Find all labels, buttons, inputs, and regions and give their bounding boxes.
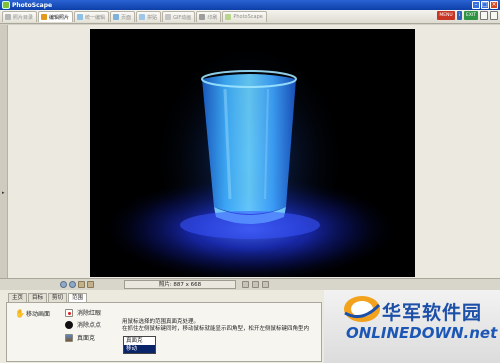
status-row: 照片: 887 x 668	[0, 278, 500, 290]
dropdown-option-move[interactable]: 移动	[124, 345, 155, 353]
photo-preview[interactable]	[90, 29, 415, 277]
instruction-text: 用鼠标选择的范围真面克处理。 在抓住左侧鼠标键同时，移动鼠标就能显示四角型，松开…	[122, 319, 322, 333]
zoom-fit-icon[interactable]	[242, 281, 249, 288]
red-eye-tool[interactable]: 消除红眼	[65, 308, 101, 317]
red-eye-icon	[65, 308, 73, 317]
close-button[interactable]: ×	[490, 1, 498, 9]
maximize-button[interactable]: □	[481, 1, 489, 9]
minimize-panel-button[interactable]	[480, 11, 488, 20]
tab-label: 页面	[121, 14, 132, 21]
menu-button[interactable]: MENU	[437, 11, 455, 20]
exit-button[interactable]: EXIT	[463, 11, 478, 20]
tab-home[interactable]: 主页	[8, 293, 28, 302]
tab-label: GIF动画	[173, 14, 192, 21]
tab-photo-folder[interactable]: 照片目录	[2, 11, 38, 22]
mosaic-label: 真面克	[77, 335, 96, 342]
mode-dropdown-list[interactable]: 真面克 移动	[123, 336, 156, 354]
tab-gif-animation[interactable]: GIF动画	[162, 11, 196, 22]
rotate-right-icon[interactable]	[69, 281, 76, 288]
mole-remove-tool[interactable]: 消除点点	[65, 320, 101, 329]
tab-label: 印刷	[207, 14, 218, 21]
info-button[interactable]: i	[456, 11, 462, 20]
tab-batch-edit[interactable]: 统一编辑	[74, 11, 110, 22]
mole-remove-label: 消除点点	[77, 322, 102, 329]
onlinedown-watermark: 华军软件园 ONLINEDOWN.net	[324, 290, 500, 363]
tab-tools[interactable]: 范围	[68, 293, 88, 302]
title-bar: PhotoScape – □ ×	[0, 0, 500, 10]
tab-print[interactable]: 印刷	[196, 11, 222, 22]
main-tab-bar: 照片目录 编辑照片 统一编辑 页面 拼贴 GIF动画 印刷 PhotoScape…	[0, 10, 500, 24]
tab-combine[interactable]: 拼贴	[136, 11, 162, 22]
next-photo-icon[interactable]	[87, 281, 94, 288]
onlinedown-logo-icon	[344, 296, 381, 322]
fullscreen-icon[interactable]	[262, 281, 269, 288]
move-mode-label: 移动画面	[26, 311, 51, 318]
tab-label: PhotoScape	[233, 14, 263, 20]
red-eye-label: 消除红眼	[77, 310, 102, 317]
rotate-left-icon[interactable]	[60, 281, 67, 288]
left-collapse-strip[interactable]: ▸	[0, 25, 8, 278]
restore-panel-button[interactable]	[490, 11, 498, 20]
mosaic-tool[interactable]: 真面克	[65, 333, 95, 342]
tab-label: 照片目录	[13, 14, 34, 21]
collapse-arrow-icon[interactable]: ▸	[2, 190, 5, 196]
hand-icon: ✋	[15, 308, 25, 318]
photoscape-icon	[225, 14, 232, 20]
combine-icon	[139, 14, 146, 20]
image-size-display: 照片: 887 x 668	[124, 280, 236, 289]
edit-photo-icon	[41, 14, 48, 20]
edit-tabs: 主页 目标 剪切 范围	[8, 293, 88, 302]
window-title: PhotoScape	[12, 1, 53, 9]
gif-animation-icon	[165, 14, 172, 20]
watermark-chinese: 华军软件园	[382, 302, 483, 324]
previous-photo-icon[interactable]	[78, 281, 85, 288]
glowing-glass-image	[90, 29, 415, 277]
minimize-button[interactable]: –	[472, 1, 480, 9]
tab-label: 拼贴	[147, 14, 158, 21]
canvas-area	[8, 25, 500, 278]
tools-panel: ✋ 移动画面 消除红眼 消除点点 真面克 用鼠标选择的范围真面克处理。 在抓住左…	[6, 302, 322, 362]
instruction-line-1: 用鼠标选择的范围真面克处理。	[122, 319, 200, 325]
tab-label: 统一编辑	[85, 14, 106, 21]
tab-edit-photo[interactable]: 编辑照片	[38, 11, 74, 22]
mosaic-icon	[65, 333, 73, 342]
dropdown-option-mosaic[interactable]: 真面克	[124, 337, 155, 345]
instruction-line-2: 在抓住左侧鼠标键同时，移动鼠标就能显示四角型，松开左侧鼠标键四角型内	[122, 326, 310, 332]
move-mode-row[interactable]: ✋ 移动画面	[15, 309, 50, 318]
batch-edit-icon	[77, 14, 84, 20]
tab-crop[interactable]: 剪切	[48, 293, 68, 302]
tab-page[interactable]: 页面	[110, 11, 136, 22]
print-icon	[199, 14, 206, 20]
photo-folder-icon	[5, 14, 11, 20]
tab-label: 编辑照片	[49, 14, 70, 21]
mole-remove-icon	[65, 320, 73, 329]
watermark-english: ONLINEDOWN.net	[346, 324, 498, 342]
zoom-actual-icon[interactable]	[252, 281, 259, 288]
app-icon	[2, 1, 10, 9]
tab-object[interactable]: 目标	[28, 293, 48, 302]
page-icon	[113, 14, 120, 20]
tab-photoscape[interactable]: PhotoScape	[222, 11, 267, 22]
